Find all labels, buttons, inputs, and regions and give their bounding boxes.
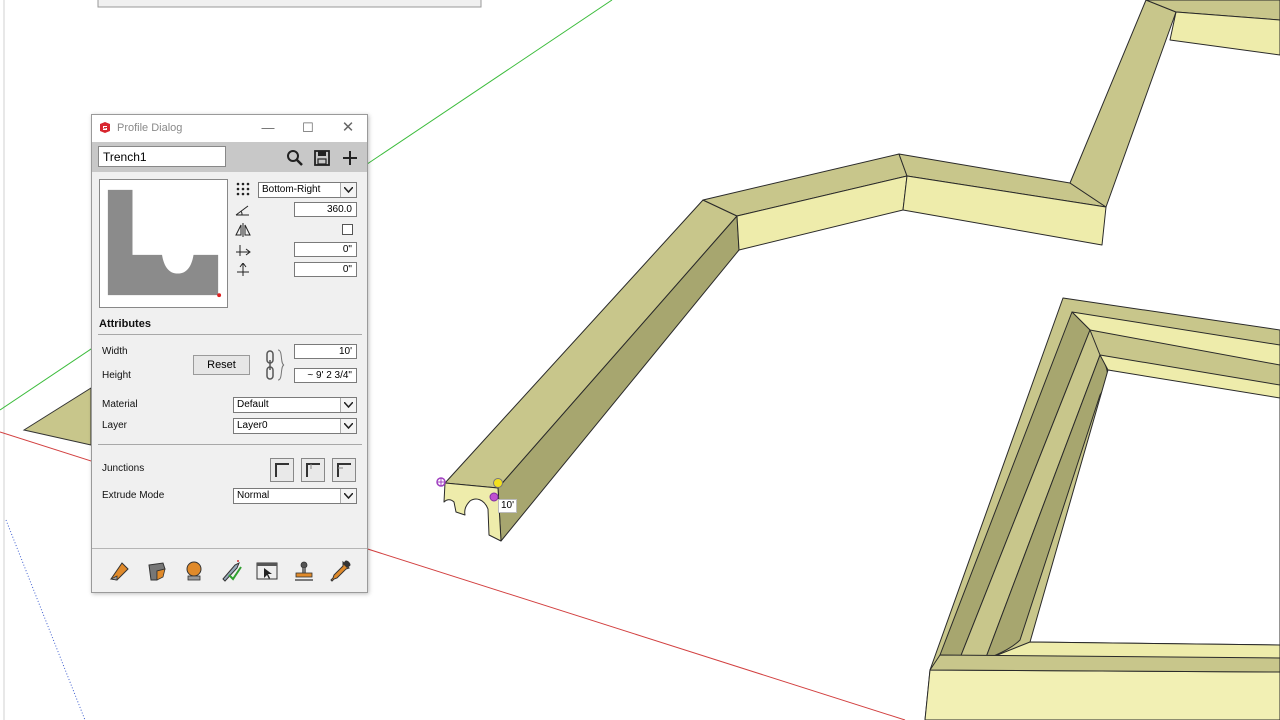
extrude-path-icon[interactable] — [108, 559, 132, 583]
profile-name-input[interactable] — [98, 146, 226, 167]
material-select[interactable]: Default — [233, 397, 357, 413]
mirror-checkbox[interactable] — [342, 224, 353, 235]
rotation-angle-icon — [235, 205, 249, 216]
mirror-icon — [235, 223, 251, 237]
layer-select[interactable]: Layer0 — [233, 418, 357, 434]
junctions-divider — [98, 444, 362, 445]
eyedropper-icon[interactable] — [328, 559, 352, 583]
chevron-down-icon — [340, 183, 356, 197]
material-label: Material — [102, 399, 138, 410]
frame-extrusion[interactable] — [924, 297, 1280, 720]
select-profile-icon[interactable] — [255, 559, 279, 583]
chevron-down-icon — [340, 419, 356, 433]
offset-x-input[interactable]: 0" — [294, 242, 357, 257]
chevron-down-icon — [340, 398, 356, 412]
snap-point-mid[interactable] — [489, 492, 499, 502]
attributes-heading: Attributes — [99, 318, 151, 330]
dialog-title: Profile Dialog — [117, 122, 183, 134]
minimize-button[interactable]: — — [258, 119, 278, 137]
junction-miter-button[interactable] — [270, 458, 294, 482]
junction-overlap-button[interactable] — [332, 458, 356, 482]
blue-axis — [5, 519, 86, 720]
layer-label: Layer — [102, 420, 128, 431]
width-label: Width — [102, 346, 128, 357]
offset-y-icon — [237, 263, 249, 276]
chevron-down-icon — [340, 489, 356, 503]
junctions-label: Junctions — [102, 463, 145, 474]
stamp-icon[interactable] — [292, 559, 316, 583]
save-icon[interactable] — [312, 148, 332, 168]
alignment-grid-icon — [236, 182, 250, 196]
maximize-button[interactable]: ☐ — [298, 119, 318, 137]
snap-point-end[interactable] — [493, 478, 503, 488]
search-icon[interactable] — [285, 148, 305, 168]
attributes-divider — [98, 334, 362, 335]
width-input[interactable]: 10' — [294, 344, 357, 359]
rotation-input[interactable]: 360.0 — [294, 202, 357, 217]
edit-profile-icon[interactable] — [219, 559, 243, 583]
close-button[interactable]: ✕ — [338, 119, 358, 137]
profile-preview — [99, 179, 228, 308]
extrude-mode-select[interactable]: Normal — [233, 488, 357, 504]
height-label: Height — [102, 370, 131, 381]
extrude-edges-icon[interactable] — [145, 559, 169, 583]
dialog-titlebar[interactable]: Profile Dialog — ☐ ✕ — [92, 115, 367, 142]
offset-x-icon — [236, 245, 251, 256]
dimension-tooltip: 10' — [498, 499, 518, 513]
offset-y-input[interactable]: 0" — [294, 262, 357, 277]
alignment-select[interactable]: Bottom-Right — [258, 182, 357, 198]
bottom-toolbar-divider — [92, 548, 367, 549]
height-input[interactable]: ~ 9' 2 3/4" — [294, 368, 357, 383]
reset-button[interactable]: Reset — [193, 355, 250, 375]
junction-butt-button[interactable] — [301, 458, 325, 482]
sketchup-logo-icon — [100, 122, 110, 133]
add-icon[interactable] — [340, 148, 360, 168]
link-chain-icon[interactable] — [264, 348, 286, 382]
top-toolbar — [97, 0, 482, 8]
profile-dialog: Profile Dialog — ☐ ✕ Bottom-Right 360.0 — [91, 114, 368, 593]
extrude-mode-label: Extrude Mode — [102, 490, 165, 501]
lathe-icon[interactable] — [182, 559, 206, 583]
ground-plane-fragment — [22, 387, 92, 446]
